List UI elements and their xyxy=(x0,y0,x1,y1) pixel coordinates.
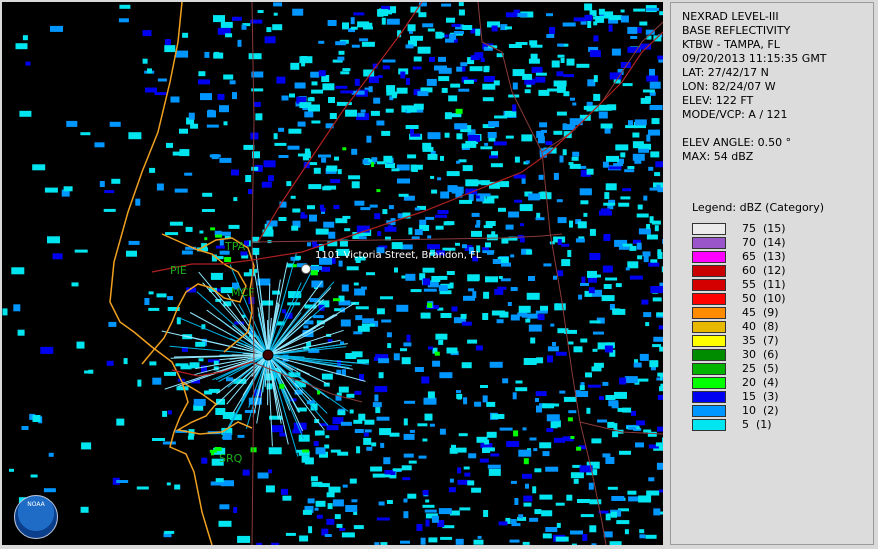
legend-label: 40 (8) xyxy=(742,320,779,333)
legend-item: 45 (9) xyxy=(692,307,852,321)
legend-item: 75 (15) xyxy=(692,223,852,237)
map-boundaries xyxy=(109,2,663,545)
legend-swatch xyxy=(692,237,726,249)
legend-label: 25 (5) xyxy=(742,362,779,375)
legend-label: 35 (7) xyxy=(742,334,779,347)
legend-label: 45 (9) xyxy=(742,306,779,319)
legend-swatch xyxy=(692,307,726,319)
legend-label: 10 (2) xyxy=(742,404,779,417)
legend-label: 60 (12) xyxy=(742,264,786,277)
legend-item: 30 (6) xyxy=(692,349,852,363)
legend-item: 65 (13) xyxy=(692,251,852,265)
highway-3 xyxy=(171,361,253,377)
scan-datetime: 09/20/2013 11:15:35 GMT xyxy=(682,52,827,65)
legend-swatch xyxy=(692,377,726,389)
product-type: BASE REFLECTIVITY xyxy=(682,24,791,37)
station-lat: LAT: 27/42/17 N xyxy=(682,66,769,79)
legend-item: 70 (14) xyxy=(692,237,852,251)
place-label-tpa: TPA xyxy=(225,240,246,253)
elev-angle: ELEV ANGLE: 0.50 ° xyxy=(682,136,792,149)
legend-swatch xyxy=(692,279,726,291)
highway-2 xyxy=(257,2,423,243)
legend-label: 70 (14) xyxy=(742,236,786,249)
station-name: KTBW - TAMPA, FL xyxy=(682,38,780,51)
info-panel: NEXRAD LEVEL-III BASE REFLECTIVITY KTBW … xyxy=(670,2,874,545)
legend-label: 65 (13) xyxy=(742,250,786,263)
location-pin[interactable] xyxy=(301,264,311,274)
legend-item: 55 (11) xyxy=(692,279,852,293)
county-line-5 xyxy=(251,361,363,403)
mode-vcp: MODE/VCP: A / 121 xyxy=(682,108,788,121)
legend-item: 20 (4) xyxy=(692,377,852,391)
legend-label: 5 (1) xyxy=(742,418,772,431)
legend-label: 55 (11) xyxy=(742,278,786,291)
legend-swatch xyxy=(692,251,726,263)
legend-label: 15 (3) xyxy=(742,390,779,403)
legend-item: 5 (1) xyxy=(692,419,852,433)
legend-swatch xyxy=(692,349,726,361)
legend-swatch xyxy=(692,321,726,333)
coast-south xyxy=(175,381,253,435)
place-label-mcf: MCF xyxy=(231,286,255,299)
max-reflectivity: MAX: 54 dBZ xyxy=(682,150,754,163)
legend-swatch xyxy=(692,405,726,417)
legend-swatch xyxy=(692,419,726,431)
county-line-2 xyxy=(251,233,563,243)
legend-item: 40 (8) xyxy=(692,321,852,335)
county-line-3 xyxy=(541,151,607,545)
legend-label: 30 (6) xyxy=(742,348,779,361)
county-line-6 xyxy=(579,421,663,435)
highway xyxy=(151,31,663,273)
legend-swatch xyxy=(692,363,726,375)
noaa-logo: NOAA xyxy=(14,495,58,539)
legend-item: 50 (10) xyxy=(692,293,852,307)
legend-swatch xyxy=(692,391,726,403)
county-line-4 xyxy=(477,2,663,153)
station-elev: ELEV: 122 FT xyxy=(682,94,754,107)
radar-map[interactable]: TPA PIE MCF SRQ 1101 Victoria Street, Br… xyxy=(2,2,663,545)
legend-title: Legend: dBZ (Category) xyxy=(692,201,824,214)
noaa-logo-text: NOAA xyxy=(27,501,45,508)
legend-item: 10 (2) xyxy=(692,405,852,419)
county-line-1 xyxy=(251,2,255,545)
place-label-pie: PIE xyxy=(170,264,187,277)
legend-item: 60 (12) xyxy=(692,265,852,279)
legend-swatch xyxy=(692,265,726,277)
product-name: NEXRAD LEVEL-III xyxy=(682,10,779,23)
legend-label: 20 (4) xyxy=(742,376,779,389)
legend-item: 35 (7) xyxy=(692,335,852,349)
legend-item: 25 (5) xyxy=(692,363,852,377)
address-label: 1101 Victoria Street, Brandon, FL xyxy=(315,250,482,261)
legend-swatch xyxy=(692,223,726,235)
legend-item: 15 (3) xyxy=(692,391,852,405)
legend-label: 50 (10) xyxy=(742,292,786,305)
legend-swatch xyxy=(692,293,726,305)
coastline xyxy=(109,2,213,545)
legend-swatch xyxy=(692,335,726,347)
radar-site-marker xyxy=(262,349,274,361)
legend-label: 75 (15) xyxy=(742,222,786,235)
station-lon: LON: 82/24/07 W xyxy=(682,80,776,93)
place-label-srq: SRQ xyxy=(219,452,243,465)
bay-shore xyxy=(141,233,247,365)
